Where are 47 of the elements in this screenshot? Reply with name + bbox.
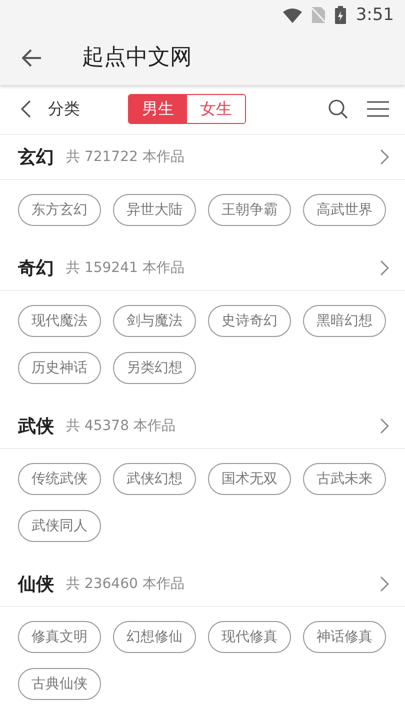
tag-chip[interactable]: 幻想修仙 (113, 621, 196, 653)
chevron-right-icon (380, 260, 389, 276)
category-count: 共 159241 本作品 (66, 258, 184, 278)
category-header[interactable]: 奇幻 共 159241 本作品 (0, 246, 405, 291)
chevron-right-icon (380, 149, 389, 165)
tag-chip[interactable]: 神话修真 (303, 621, 386, 653)
category-header[interactable]: 玄幻 共 721722 本作品 (0, 135, 405, 180)
category-header[interactable]: 武侠 共 45378 本作品 (0, 404, 405, 449)
tag-chip[interactable]: 修真文明 (18, 621, 101, 653)
chevron-right-icon (380, 418, 389, 434)
tag-chip[interactable]: 现代魔法 (18, 305, 101, 337)
category-name: 玄幻 (18, 146, 54, 170)
tag-chip[interactable]: 王朝争霸 (208, 194, 291, 226)
category-header[interactable]: 仙侠 共 236460 本作品 (0, 562, 405, 607)
menu-icon (367, 101, 389, 118)
chevron-left-icon (21, 100, 31, 118)
page-label: 分类 (48, 98, 80, 120)
category-name: 武侠 (18, 414, 54, 438)
category-name: 仙侠 (18, 572, 54, 596)
tag-chip[interactable]: 历史神话 (18, 352, 101, 384)
category-count: 共 721722 本作品 (66, 148, 184, 166)
tag-chip[interactable]: 异世大陆 (113, 194, 196, 226)
wifi-icon (282, 8, 302, 23)
tag-chip[interactable]: 武侠幻想 (113, 463, 196, 495)
back-arrow-icon (22, 48, 42, 67)
tag-chip[interactable]: 高武世界 (303, 194, 386, 226)
chevron-right-icon (380, 576, 389, 592)
tag-chip[interactable]: 剑与魔法 (113, 305, 196, 337)
category-name: 奇幻 (18, 256, 54, 280)
gender-tab[interactable]: 男生 (129, 95, 187, 124)
tag-chip[interactable]: 史诗奇幻 (208, 305, 291, 337)
tag-chip[interactable]: 传统武侠 (18, 463, 101, 495)
app-title: 起点中文网 (82, 44, 192, 72)
tag-chip[interactable]: 另类幻想 (113, 352, 196, 384)
tag-chip[interactable]: 武侠同人 (18, 510, 101, 542)
no-sim-icon (312, 7, 325, 24)
tag-chip[interactable]: 古武未来 (303, 463, 386, 495)
tag-chip[interactable]: 古典仙侠 (18, 668, 101, 700)
status-time: 3:51 (356, 4, 394, 27)
tag-chip[interactable]: 国术无双 (208, 463, 291, 495)
tag-chip[interactable]: 东方玄幻 (18, 194, 101, 226)
battery-charging-icon (334, 6, 346, 24)
category-count: 共 236460 本作品 (66, 574, 184, 594)
category-count: 共 45378 本作品 (66, 416, 176, 436)
tag-chip[interactable]: 现代修真 (208, 621, 291, 653)
search-icon (328, 99, 348, 120)
tag-chip[interactable]: 黑暗幻想 (303, 305, 386, 337)
